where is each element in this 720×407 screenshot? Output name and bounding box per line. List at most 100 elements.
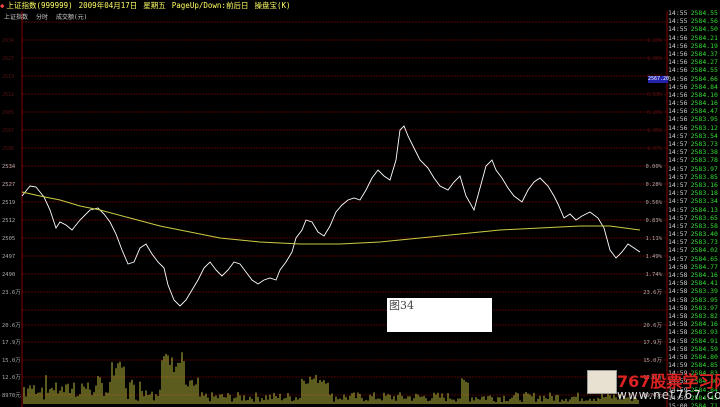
- price-cursor-label: 2567.20: [648, 76, 670, 83]
- right-axis-label-dim: 0.53%: [647, 92, 662, 98]
- title-bar: ◆ 上证指数(999999) 2009年04月17日 星期五 PageUp/Down:前…: [0, 0, 640, 11]
- tick-price: 2584.27: [690, 58, 718, 67]
- tick-time: 14:57: [668, 221, 688, 230]
- right-axis-label-dim: 1.35%: [647, 128, 662, 134]
- watermark: 767股票学习网 www.net767.com: [587, 368, 720, 406]
- tick-row: 14:58 2584.80: [668, 353, 720, 361]
- tick-row: 14:57 2583.18: [668, 189, 720, 197]
- tick-time: 14:57: [668, 197, 688, 206]
- tick-price: 2583.54: [690, 131, 718, 140]
- tick-time: 14:56: [668, 107, 688, 116]
- left-axis-label: 2512: [2, 218, 15, 224]
- tick-row: 14:58 2584.16: [668, 320, 720, 328]
- tick-price: 2583.58: [690, 221, 718, 230]
- watermark-logo: [587, 370, 617, 394]
- tick-row: 14:57 2583.73: [668, 238, 720, 246]
- tick-price: 2584.21: [690, 33, 718, 42]
- volume-axis-label: 20.6万: [2, 322, 21, 329]
- tick-row: 14:57 2584.02: [668, 246, 720, 254]
- left-axis-label: 2490: [2, 272, 15, 278]
- tick-row: 14:56 2583.95: [668, 115, 720, 123]
- tick-row: 14:55 2584.55: [668, 9, 720, 17]
- tick-price: 2583.95: [690, 115, 718, 124]
- tick-time: 14:57: [668, 205, 688, 214]
- tick-time: 14:57: [668, 156, 688, 165]
- intraday-chart[interactable]: 2634262726192612260525972590258225752534…: [0, 0, 668, 407]
- watermark-url: www.net767.com: [617, 388, 720, 402]
- tick-time: 14:58: [668, 287, 688, 296]
- right-axis-label: 0.56%: [645, 200, 662, 206]
- volume-axis-label-right: 15.0万: [643, 357, 662, 364]
- volume-axis-label: 8970元: [2, 392, 21, 399]
- tick-row: 14:55 2584.50: [668, 25, 720, 33]
- left-axis-label: 2527: [2, 182, 15, 188]
- tick-row: 14:57 2583.73: [668, 140, 720, 148]
- tick-time: 14:58: [668, 311, 688, 320]
- left-axis-label-dim: 2634: [2, 38, 14, 44]
- stock-icon: ◆: [0, 1, 5, 10]
- tick-time: 14:58: [668, 352, 688, 361]
- tick-row: 14:57 2583.16: [668, 181, 720, 189]
- average-line: [21, 191, 641, 245]
- right-axis-label-dim: 1.06%: [647, 56, 662, 62]
- tick-price: 2584.59: [690, 344, 718, 353]
- tick-time: 14:56: [668, 123, 688, 132]
- tick-price: 2584.16: [690, 271, 718, 279]
- left-axis-label: 2497: [2, 254, 15, 260]
- left-axis-label: 2505: [2, 236, 15, 242]
- right-axis-label: 0.28%: [645, 182, 662, 188]
- tick-price: 2584.66: [690, 74, 718, 83]
- tick-row: 14:57 2583.40: [668, 230, 720, 238]
- tick-price: 2584.10: [690, 90, 718, 99]
- right-axis-label: 1.49%: [645, 254, 662, 260]
- tick-price: 2583.65: [690, 213, 718, 222]
- tick-time: 14:56: [668, 66, 688, 75]
- tick-price: 2584.50: [690, 25, 718, 34]
- tick-row: 14:56 2584.27: [668, 58, 720, 66]
- volume-axis-label-right: 20.6万: [643, 322, 662, 329]
- tick-price: 2584.13: [690, 205, 718, 214]
- tick-row: 14:58 2584.77: [668, 263, 720, 271]
- left-axis-label: 23.6万: [2, 289, 21, 296]
- page-hint: PageUp/Down:前后日: [171, 1, 249, 10]
- tick-time: 14:56: [668, 90, 688, 99]
- tick-price: 2583.38: [690, 148, 718, 157]
- tick-time: 14:57: [668, 172, 688, 181]
- tick-time: 14:57: [668, 246, 688, 255]
- trade-date: 2009年04月17日: [78, 1, 138, 10]
- tick-row: 14:57 2583.54: [668, 132, 720, 140]
- tick-price: 2584.16: [690, 320, 718, 329]
- tick-row: 14:56 2584.66: [668, 75, 720, 83]
- right-axis-label: 0.83%: [645, 218, 662, 224]
- tick-row: 14:57 2583.78: [668, 156, 720, 164]
- left-axis-label-dim: 2627: [2, 56, 14, 62]
- tick-row: 14:58 2584.41: [668, 279, 720, 287]
- figure-label: 图34: [387, 298, 492, 332]
- tick-price: 2583.95: [690, 295, 718, 304]
- tick-row: 14:58 2583.39: [668, 287, 720, 295]
- tick-row: 14:57 2583.38: [668, 148, 720, 156]
- tick-price: 2583.73: [690, 238, 718, 247]
- tick-row: 14:56 2584.37: [668, 50, 720, 58]
- tick-row: 14:57 2583.34: [668, 197, 720, 205]
- tick-time: 14:58: [668, 262, 688, 271]
- tick-time: 14:57: [668, 238, 688, 247]
- tick-row: 14:55 2584.56: [668, 17, 720, 25]
- tick-price: 2583.97: [690, 303, 718, 312]
- right-axis-label: 0.00%: [645, 164, 662, 170]
- tick-price: 2584.47: [690, 107, 718, 116]
- tick-row: 14:56 2584.47: [668, 107, 720, 115]
- mode-label: 操盘宝(K): [254, 1, 291, 10]
- tick-row: 14:57 2583.97: [668, 165, 720, 173]
- tick-row: 14:57 2583.65: [668, 214, 720, 222]
- tick-list[interactable]: 14:55 2584.55 14:55 2584.56 14:55 2584.50 14:5…: [668, 9, 720, 407]
- tick-time: 14:58: [668, 271, 688, 279]
- tick-price: 2584.16: [690, 99, 718, 108]
- tick-time: 14:58: [668, 328, 688, 337]
- tick-price: 2584.91: [690, 336, 718, 345]
- tick-price: 2584.80: [690, 352, 718, 361]
- tick-price: 2584.19: [690, 41, 718, 50]
- left-axis-label: 2534: [2, 164, 16, 170]
- tick-price: 2583.18: [690, 189, 718, 198]
- left-axis-label-dim: 2619: [2, 74, 14, 80]
